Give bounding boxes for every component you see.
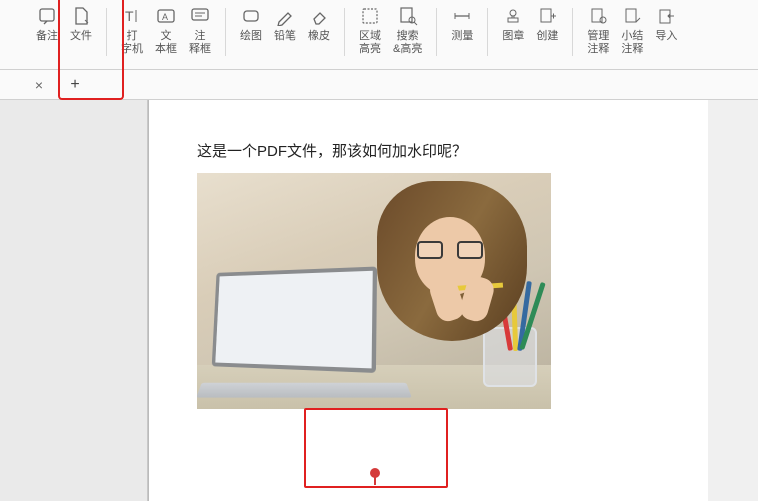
- tab-bar: × +: [0, 70, 758, 100]
- highlight-icon: [360, 4, 380, 28]
- summary-label: 小结 注释: [621, 30, 643, 56]
- eraser-icon: [309, 4, 329, 28]
- note-label: 备注: [36, 30, 58, 43]
- measure-label: 测量: [451, 30, 473, 43]
- import-icon: [656, 4, 676, 28]
- textbox-button[interactable]: A 文 本框: [149, 2, 183, 58]
- separator: [344, 8, 345, 56]
- stamp-icon: [503, 4, 523, 28]
- textbox-label: 文 本框: [155, 30, 177, 56]
- highlight-label: 区域 高亮: [359, 30, 381, 56]
- textbox-icon: A: [156, 4, 176, 28]
- separator: [487, 8, 488, 56]
- measure-icon: [452, 4, 472, 28]
- create-button[interactable]: 创建: [530, 2, 564, 45]
- draw-icon: [241, 4, 261, 28]
- draw-label: 绘图: [240, 30, 262, 43]
- create-label: 创建: [536, 30, 558, 43]
- highlight-button[interactable]: 区域 高亮: [353, 2, 387, 58]
- summary-icon: [622, 4, 642, 28]
- svg-text:A: A: [162, 12, 168, 22]
- pencil-label: 铅笔: [274, 30, 296, 43]
- typewriter-button[interactable]: T 打 字机: [115, 2, 149, 58]
- search-label: 搜索 &高亮: [393, 30, 422, 56]
- search-icon: [398, 4, 418, 28]
- separator: [225, 8, 226, 56]
- manage-icon: [588, 4, 608, 28]
- page-heading: 这是一个PDF文件，那该如何加水印呢？: [197, 140, 660, 161]
- note-button[interactable]: 备注: [30, 2, 64, 45]
- separator: [106, 8, 107, 56]
- tab-add-button[interactable]: +: [66, 76, 84, 94]
- eraser-label: 橡皮: [308, 30, 330, 43]
- typewriter-label: 打 字机: [121, 30, 143, 56]
- pencil-button[interactable]: 铅笔: [268, 2, 302, 45]
- import-button[interactable]: 导入: [649, 2, 683, 45]
- annotbox-label: 注 释框: [189, 30, 211, 56]
- import-label: 导入: [655, 30, 677, 43]
- measure-button[interactable]: 测量: [445, 2, 479, 45]
- draw-button[interactable]: 绘图: [234, 2, 268, 45]
- document-area[interactable]: 这是一个PDF文件，那该如何加水印呢？: [148, 100, 758, 501]
- manage-label: 管理 注释: [587, 30, 609, 56]
- manage-button[interactable]: 管理 注释: [581, 2, 615, 58]
- separator: [436, 8, 437, 56]
- note-icon: [37, 4, 57, 28]
- annotbox-button[interactable]: 注 释框: [183, 2, 217, 58]
- create-icon: [537, 4, 557, 28]
- typewriter-icon: T: [122, 4, 142, 28]
- summary-button[interactable]: 小结 注释: [615, 2, 649, 58]
- svg-text:T: T: [125, 8, 134, 24]
- embedded-photo: [197, 173, 551, 409]
- pin-icon: [368, 468, 382, 484]
- annotbox-icon: [190, 4, 210, 28]
- eraser-button[interactable]: 橡皮: [302, 2, 336, 45]
- pencil-icon: [275, 4, 295, 28]
- thumbnail-panel[interactable]: [0, 100, 148, 501]
- file-button[interactable]: 文件: [64, 2, 98, 45]
- file-label: 文件: [70, 30, 92, 43]
- search-button[interactable]: 搜索 &高亮: [387, 2, 428, 58]
- ribbon-toolbar: 备注 文件 T 打 字机 A 文 本框 注 释框 绘图 铅笔: [0, 0, 758, 70]
- stamp-button[interactable]: 图章: [496, 2, 530, 45]
- separator: [572, 8, 573, 56]
- stamp-label: 图章: [502, 30, 524, 43]
- tab-close-button[interactable]: ×: [30, 76, 48, 94]
- file-icon: [71, 4, 91, 28]
